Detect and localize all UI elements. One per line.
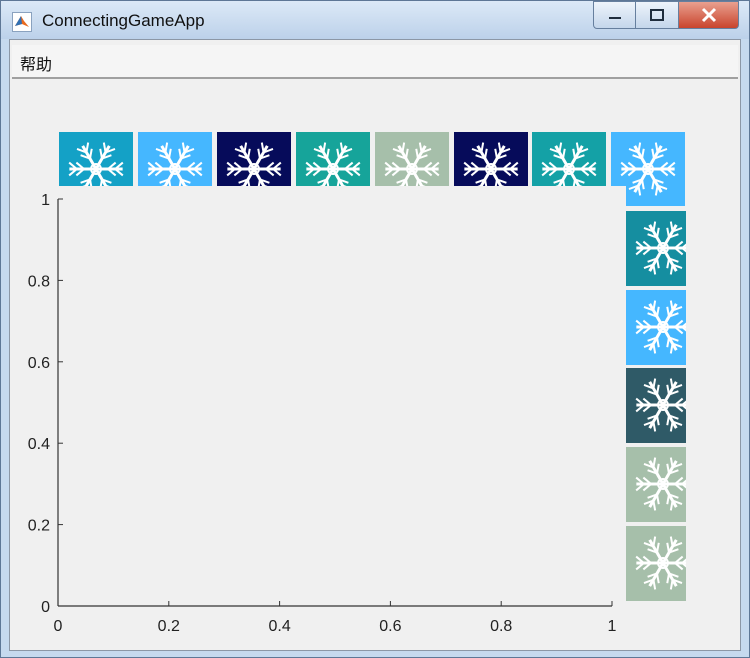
x-tick-label: 1 — [608, 618, 617, 635]
x-tick-label: 0.8 — [490, 618, 512, 635]
y-tick-label: 0.2 — [28, 518, 50, 535]
x-tick-label: 0 — [54, 618, 63, 635]
y-tick-label: 1 — [41, 192, 50, 209]
y-tick-label: 0.8 — [28, 273, 50, 290]
axes-background — [58, 186, 626, 606]
y-tick-label: 0 — [41, 599, 50, 616]
y-tick-label: 0.6 — [28, 355, 50, 372]
x-tick-label: 0.4 — [268, 618, 290, 635]
x-tick-label: 0.2 — [158, 618, 180, 635]
x-tick-label: 0.6 — [379, 618, 401, 635]
app-window: ConnectingGameApp 帮助 0 0.2 0.4 0.6 0.8 1 0 0.2… — [0, 0, 750, 658]
plot-axes[interactable]: 0 0.2 0.4 0.6 0.8 1 0 0.2 0.4 0.6 0.8 1 — [1, 1, 749, 657]
y-tick-label: 0.4 — [28, 436, 50, 453]
